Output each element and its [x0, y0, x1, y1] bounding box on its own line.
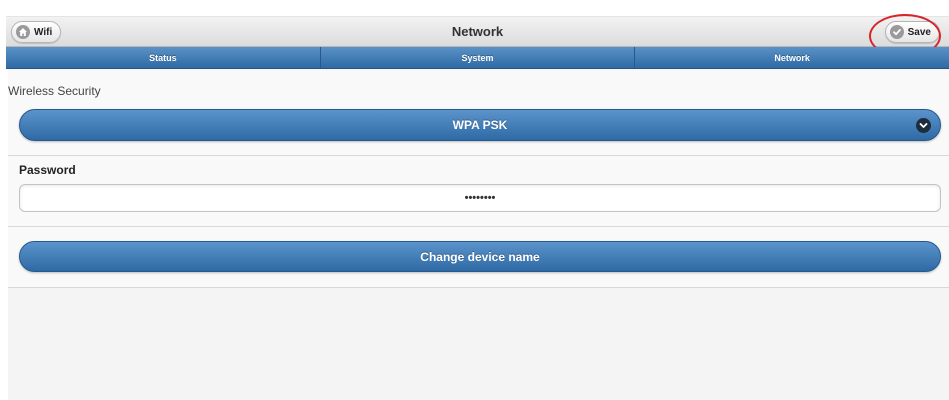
check-icon: [889, 25, 904, 39]
change-device-name-button[interactable]: Change device name: [19, 241, 941, 272]
page: Wifi Network Save Status System Network …: [0, 0, 949, 400]
wireless-security-label: Wireless Security: [8, 84, 101, 98]
change-device-name-label: Change device name: [420, 249, 540, 264]
tab-status[interactable]: Status: [6, 47, 321, 68]
top-margin: [0, 0, 949, 16]
security-select[interactable]: WPA PSK: [19, 109, 941, 141]
divider: [8, 155, 949, 156]
tab-system[interactable]: System: [321, 47, 636, 68]
password-field[interactable]: [19, 184, 941, 212]
save-label: Save: [907, 26, 931, 38]
security-select-value: WPA PSK: [452, 118, 508, 132]
chevron-down-icon: [916, 118, 931, 133]
header-bar: Wifi Network Save: [6, 14, 949, 58]
save-button[interactable]: Save: [869, 14, 941, 58]
tab-network[interactable]: Network: [635, 47, 949, 68]
page-title: Network: [451, 24, 504, 39]
divider: [8, 226, 949, 227]
nav-tabs: Status System Network: [6, 47, 949, 69]
divider: [8, 287, 949, 288]
password-label: Password: [19, 163, 76, 177]
